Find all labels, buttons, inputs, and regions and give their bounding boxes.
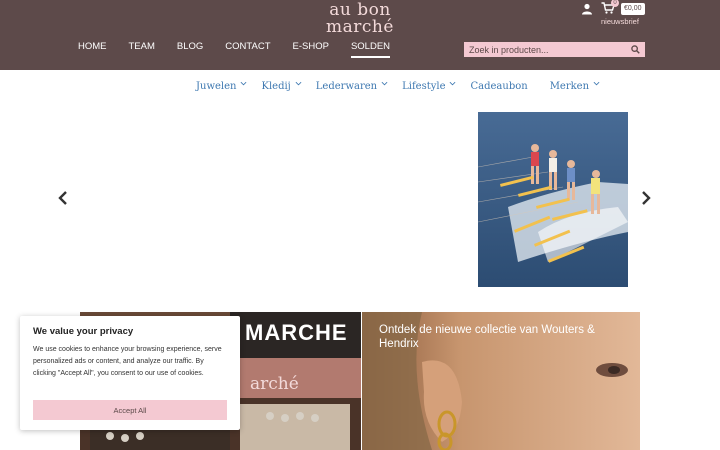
chevron-down-icon: [593, 81, 600, 86]
newsletter-link[interactable]: nieuwsbrief: [601, 17, 639, 26]
category-cadeaubon[interactable]: Cadeaubon: [470, 81, 527, 92]
user-icon[interactable]: [581, 3, 593, 15]
category-label: Juwelen: [196, 81, 237, 92]
nav-e-shop[interactable]: E-SHOP: [293, 41, 329, 58]
category-label: Cadeaubon: [470, 81, 528, 92]
nav-blog[interactable]: BLOG: [177, 41, 203, 58]
category-merken[interactable]: Merken: [550, 81, 600, 92]
nav-solden[interactable]: SOLDEN: [350, 41, 391, 58]
category-label: Lederwaren: [315, 81, 378, 92]
accept-all-button[interactable]: Accept All: [33, 400, 227, 420]
category-nav: Juwelen Kledij Lederwaren Lifestyle Cade…: [196, 81, 614, 92]
store-sign-script: arché: [250, 374, 299, 394]
water-ski-photo: [478, 112, 628, 287]
category-label: Merken: [549, 81, 590, 92]
search-icon[interactable]: [631, 45, 640, 54]
category-lifestyle[interactable]: Lifestyle: [402, 81, 456, 92]
search-bar: [464, 42, 645, 57]
promo-collection[interactable]: Ontdek de nieuwe collectie van Wouters &…: [362, 312, 640, 450]
chevron-right-icon[interactable]: [641, 191, 651, 205]
category-label: Kledij: [261, 81, 291, 92]
cart-count-badge: 0: [611, 0, 619, 7]
carousel-slide-image[interactable]: [478, 112, 628, 287]
chevron-down-icon: [241, 81, 247, 86]
chevron-left-icon[interactable]: [58, 191, 68, 205]
category-label: Lifestyle: [402, 81, 446, 92]
chevron-down-icon: [295, 81, 302, 86]
promo-title: Ontdek de nieuwe collectie van Wouters &…: [379, 324, 595, 350]
category-kledij[interactable]: Kledij: [261, 81, 302, 92]
nav-contact[interactable]: CONTACT: [225, 41, 270, 58]
cookie-title: We value your privacy: [33, 326, 134, 337]
nav-home[interactable]: HOME: [78, 41, 107, 58]
category-lederwaren[interactable]: Lederwaren: [316, 81, 388, 92]
category-juwelen[interactable]: Juwelen: [196, 81, 247, 92]
logo-line-2: marché: [326, 17, 394, 37]
main-nav: HOME TEAM BLOG CONTACT E-SHOP SOLDEN: [78, 41, 412, 58]
store-sign-text: MARCHE: [245, 320, 348, 345]
chevron-down-icon: [381, 81, 388, 86]
cookie-consent-banner: We value your privacy We use cookies to …: [20, 316, 240, 430]
cookie-body: We use cookies to enhance your browsing …: [33, 346, 222, 377]
brand-logo[interactable]: au bon marché: [318, 2, 402, 36]
search-input[interactable]: [464, 42, 624, 57]
cart-total[interactable]: €0,00: [621, 3, 645, 15]
nav-team[interactable]: TEAM: [129, 41, 155, 58]
chevron-down-icon: [450, 81, 456, 86]
site-header: au bon marché HOME TEAM BLOG CONTACT E-S…: [0, 0, 720, 70]
